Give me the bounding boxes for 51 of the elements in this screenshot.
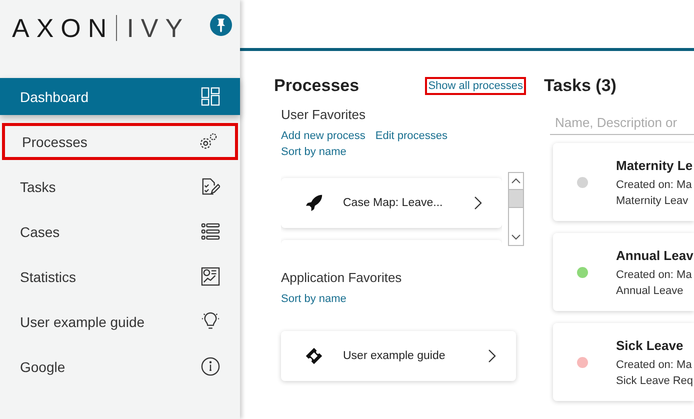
- nav-item[interactable]: Dashboard: [0, 78, 240, 115]
- nav-item[interactable]: Cases: [0, 213, 240, 250]
- action-link[interactable]: Edit processes: [375, 130, 448, 142]
- section-title: Tasks (3): [544, 76, 618, 96]
- task-card[interactable]: Annual Leav Created on: Ma Annual Leave: [553, 233, 694, 311]
- sort-link[interactable]: Sort by name: [281, 146, 346, 158]
- nav-item[interactable]: Processes: [2, 123, 238, 160]
- task-name: Sick Leave: [616, 338, 684, 352]
- dashboard-icon: [201, 87, 220, 106]
- subsection-title: User Favorites: [281, 107, 367, 122]
- task-card[interactable]: Maternity Le Created on: Ma Maternity Leav: [553, 143, 694, 221]
- logo-text: IVY: [126, 12, 190, 44]
- show-all-link[interactable]: Show all processes: [427, 79, 524, 93]
- pin-icon[interactable]: [210, 14, 232, 36]
- action-link[interactable]: Add new process: [281, 130, 366, 142]
- task-description: Annual Leave: [616, 284, 684, 296]
- task-description: Sick Leave Req: [616, 374, 694, 386]
- chevron-right-icon: [474, 196, 482, 210]
- nav-item[interactable]: Google: [0, 348, 240, 385]
- process-name: Case Map: Leave...: [343, 197, 444, 209]
- gears-icon: [199, 132, 218, 151]
- list-icon: [201, 222, 220, 241]
- task-date: Created on: Ma: [616, 358, 693, 370]
- section-title: Processes: [274, 76, 360, 96]
- info-icon: [201, 357, 220, 376]
- scrollbar-thumb[interactable]: [508, 189, 523, 208]
- ticket-icon: [305, 347, 323, 365]
- document-pencil-icon: [201, 177, 220, 196]
- task-date: Created on: Ma: [616, 178, 693, 190]
- logo-text: AXON: [12, 12, 114, 44]
- nav-item[interactable]: Tasks: [0, 168, 240, 205]
- report-icon: [201, 267, 220, 286]
- search-field[interactable]: Name, Description or: [550, 113, 694, 135]
- process-card[interactable]: Case Map: Leave...: [281, 178, 502, 228]
- nav-item[interactable]: User example guide: [0, 303, 240, 340]
- process-name: User example guide: [343, 350, 446, 362]
- process-card[interactable]: User example guide: [281, 331, 516, 381]
- task-date: Created on: Ma: [616, 268, 693, 280]
- chevron-right-icon: [488, 349, 496, 363]
- scroll-up-icon[interactable]: [510, 178, 521, 184]
- sort-link[interactable]: Sort by name: [281, 293, 346, 305]
- task-description: Maternity Leav: [616, 194, 690, 206]
- lightbulb-icon: [201, 312, 220, 331]
- rocket-icon: [305, 194, 323, 212]
- task-name: Maternity Le: [616, 158, 693, 172]
- task-name: Annual Leav: [616, 248, 694, 262]
- scrollbar[interactable]: [508, 172, 524, 246]
- scroll-down-icon[interactable]: [510, 234, 521, 240]
- subsection-title: Application Favorites: [281, 270, 403, 285]
- nav-item[interactable]: Statistics: [0, 258, 240, 295]
- task-card[interactable]: Sick Leave Created on: Ma Sick Leave Req: [553, 323, 694, 401]
